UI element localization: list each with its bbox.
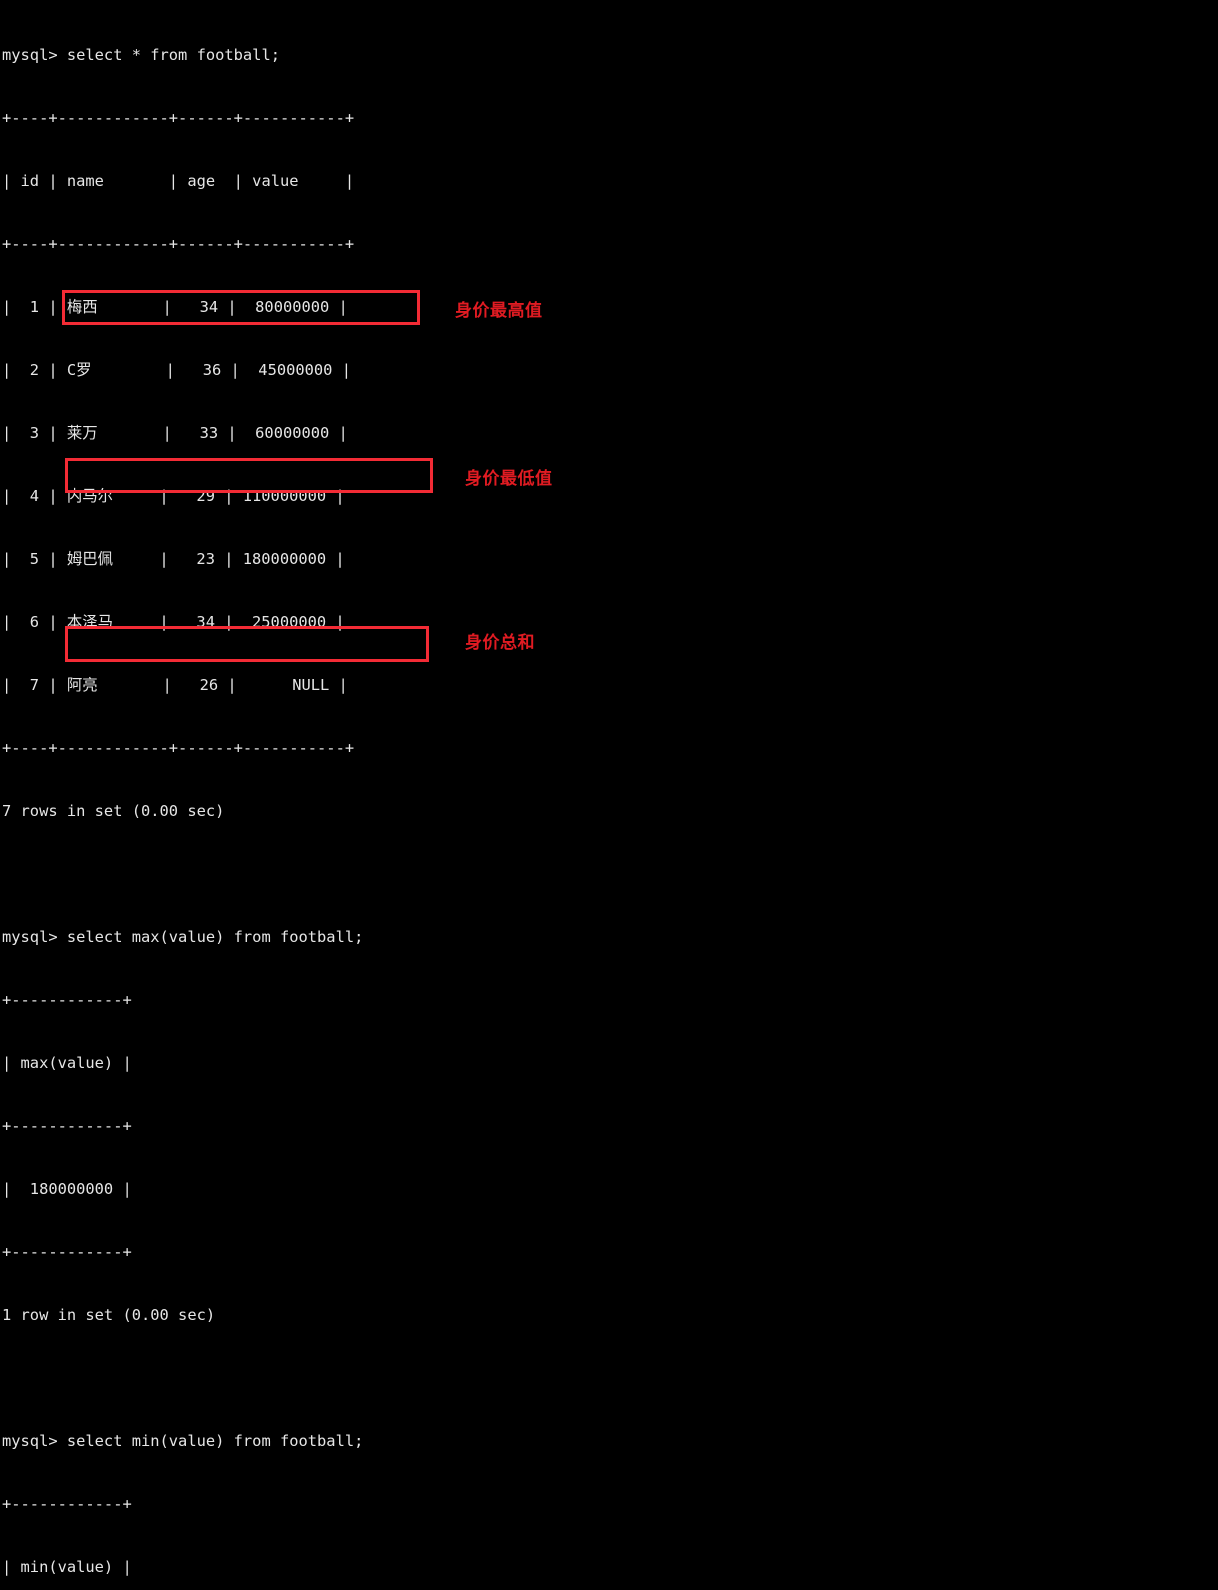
table-row: | 3 | 莱万 | 33 | 60000000 |	[2, 424, 348, 442]
annotation-min-value: 身价最低值	[465, 469, 553, 489]
terminal-line: +------------+	[2, 1243, 132, 1261]
status-line: 1 row in set (0.00 sec)	[2, 1306, 216, 1324]
terminal-line: +----+------------+------+-----------+	[2, 109, 355, 127]
terminal-line: +----+------------+------+-----------+	[2, 235, 355, 253]
terminal-line: | id | name | age | value |	[2, 172, 355, 190]
annotation-sum-value: 身价总和	[465, 633, 535, 653]
table-row: | 5 | 姆巴佩 | 23 | 180000000 |	[2, 550, 345, 568]
terminal-line: mysql> select * from football;	[2, 46, 280, 64]
table-row: | 6 | 本泽马 | 34 | 25000000 |	[2, 613, 345, 631]
table-row: | 1 | 梅西 | 34 | 80000000 |	[2, 298, 348, 316]
table-row: | 4 | 内马尔 | 29 | 110000000 |	[2, 487, 345, 505]
terminal-line: mysql> select min(value) from football;	[2, 1432, 364, 1450]
terminal-line: | min(value) |	[2, 1558, 132, 1576]
annotation-max-value: 身价最高值	[455, 301, 543, 321]
terminal-line: +------------+	[2, 1117, 132, 1135]
terminal-line: +----+------------+------+-----------+	[2, 739, 355, 757]
terminal-window[interactable]: mysql> select * from football; +----+---…	[0, 0, 1218, 1576]
terminal-line: mysql> select max(value) from football;	[2, 928, 364, 946]
terminal-line: | max(value) |	[2, 1054, 132, 1072]
table-row: | 7 | 阿亮 | 26 | NULL |	[2, 676, 348, 694]
table-row: | 180000000 |	[2, 1180, 132, 1198]
status-line: 7 rows in set (0.00 sec)	[2, 802, 225, 820]
terminal-line: +------------+	[2, 1495, 132, 1513]
terminal-output: mysql> select * from football; +----+---…	[0, 0, 363, 1590]
terminal-line: +------------+	[2, 991, 132, 1009]
table-row: | 2 | C罗 | 36 | 45000000 |	[2, 361, 351, 379]
